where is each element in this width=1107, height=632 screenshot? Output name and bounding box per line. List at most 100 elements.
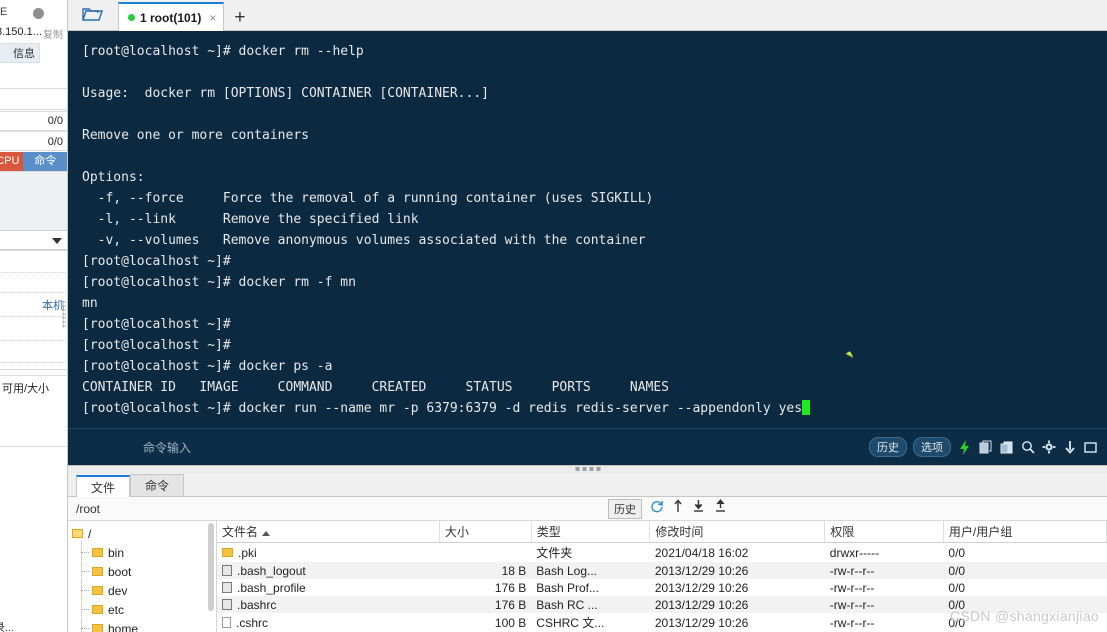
file-name-label: .bashrc — [237, 597, 277, 612]
script-icon — [222, 582, 232, 593]
terminal-tab-strip: 1 root(101) × + — [68, 0, 1107, 31]
cell-modified: 2013/12/29 10:26 — [654, 580, 749, 595]
directory-tree[interactable]: /binbootdevetchomelib — [68, 521, 217, 632]
download-icon[interactable] — [692, 499, 705, 518]
search-icon[interactable] — [1020, 440, 1035, 455]
upload-icon[interactable] — [714, 499, 727, 518]
lightning-icon[interactable] — [957, 439, 972, 455]
folder-icon — [72, 529, 83, 538]
copy-link[interactable]: 复制 — [43, 26, 63, 41]
sidebar-metric-value-2: 0/0 — [47, 136, 63, 148]
info-button[interactable]: 信息 — [0, 43, 40, 63]
terminal-tab-label: 1 root(101) — [140, 10, 202, 25]
folder-open-icon[interactable] — [68, 0, 118, 30]
command-input-bar: 命令输入 历史 选项 — [68, 428, 1107, 465]
table-row[interactable]: .cshrc 100 B CSHRC 文... 2013/12/29 10:26 -rw… — [217, 613, 1107, 632]
path-input[interactable]: /root — [68, 502, 608, 516]
terminal-tab[interactable]: 1 root(101) × — [118, 2, 225, 31]
column-header-owner[interactable]: 用户/用户组 — [943, 521, 1107, 543]
table-row[interactable]: .pki 文件夹 2021/04/18 16:02 drwxr----- 0/0 — [217, 543, 1107, 563]
cell-owner: 0/0 — [943, 596, 1107, 613]
command-tab[interactable]: 命令 — [22, 152, 67, 171]
connection-status-icon — [128, 14, 135, 21]
sidebar-bottom-label: 录... — [0, 622, 15, 632]
copy-icon[interactable] — [978, 440, 993, 455]
table-row[interactable]: .bash_profile 176 B Bash Prof... 2013/12/29… — [217, 579, 1107, 596]
close-icon[interactable]: × — [209, 11, 216, 25]
tree-node-list: /binbootdevetchomelib — [68, 524, 216, 632]
path-history-button[interactable]: 历史 — [608, 498, 642, 519]
file-icon — [222, 617, 231, 628]
window-icon[interactable] — [1083, 440, 1098, 455]
cell-permissions: drwxr----- — [829, 545, 880, 560]
tree-scrollbar[interactable] — [208, 523, 214, 611]
cell-modified: 2013/12/29 10:26 — [649, 562, 825, 579]
path-toolbar — [650, 499, 1107, 518]
folder-link-icon — [92, 548, 103, 557]
new-tab-button[interactable]: + — [224, 8, 255, 30]
column-header-name[interactable]: 文件名 — [217, 521, 440, 543]
network-row-divider — [0, 292, 67, 293]
file-table-body: .pki 文件夹 2021/04/18 16:02 drwxr----- 0/0 .bas… — [217, 543, 1107, 632]
tree-node-root[interactable]: / — [68, 524, 216, 543]
script-icon — [222, 565, 232, 576]
cell-name: .cshrc — [217, 613, 439, 632]
column-header-size[interactable]: 大小 — [439, 521, 532, 543]
column-header-modified[interactable]: 修改时间 — [649, 521, 826, 543]
cell-owner: 0/0 — [948, 545, 966, 560]
cell-permissions: -rw-r--r-- — [824, 562, 944, 579]
column-header-permissions[interactable]: 权限 — [824, 521, 944, 543]
file-panel-body: /binbootdevetchomelib 文件名 大小 — [68, 521, 1107, 632]
network-row-divider — [0, 340, 67, 341]
cell-permissions: -rw-r--r-- — [829, 615, 875, 630]
refresh-icon[interactable] — [650, 499, 664, 518]
tab-commands[interactable]: 命令 — [130, 474, 185, 496]
up-icon[interactable] — [673, 499, 683, 518]
status-dot-icon — [33, 8, 44, 19]
local-host-label: 本机 — [42, 300, 64, 312]
tree-node-label: boot — [108, 564, 132, 579]
file-list[interactable]: 文件名 大小 类型 修改时间 权限 用户/用户组 .pki 文件夹 2021/04/… — [217, 521, 1107, 632]
sidebar-metric-value-1: 0/0 — [47, 115, 63, 127]
left-sidebar-panel: E 8.150.1... 复制 信息 0/0 0/0 CPU 命令 本机 可用/… — [0, 0, 68, 632]
command-bar-tools: 历史 选项 — [869, 437, 1107, 457]
gear-icon[interactable] — [1041, 440, 1056, 455]
tree-node-boot[interactable]: boot — [68, 562, 216, 581]
command-input[interactable]: 命令输入 — [143, 434, 869, 460]
sidebar-corner-glyph: E — [0, 6, 8, 18]
file-name-label: .cshrc — [236, 615, 269, 630]
tab-files[interactable]: 文件 — [76, 475, 131, 497]
cell-permissions: -rw-r--r-- — [829, 580, 875, 595]
terminal-cursor — [802, 400, 811, 415]
download-icon[interactable] — [1062, 440, 1077, 455]
tree-node-label: bin — [108, 545, 125, 560]
table-row[interactable]: .bashrc 176 B Bash RC ... 2013/12/29 10:26-… — [217, 596, 1107, 613]
cell-name: .bash_logout — [217, 562, 440, 579]
file-name-label: .bash_profile — [237, 580, 306, 595]
command-input-placeholder: 命令输入 — [143, 440, 192, 455]
cpu-command-toggle[interactable]: CPU 命令 — [0, 152, 67, 171]
terminal-output-area[interactable]: [root@localhost ~]# docker rm --help Usa… — [68, 31, 1107, 428]
file-panel-tabs: 文件 命令 — [68, 473, 1107, 497]
tree-node-dev[interactable]: dev — [68, 581, 216, 600]
file-path-bar: /root 历史 — [68, 497, 1107, 521]
cell-type: Bash Prof... — [536, 580, 599, 595]
command-history-button[interactable]: 历史 — [869, 437, 907, 457]
folder-icon — [92, 567, 103, 576]
tree-node-bin[interactable]: bin — [68, 543, 216, 562]
sidebar-scroll-dots — [62, 300, 66, 328]
tree-node-home[interactable]: home — [68, 619, 216, 632]
tree-node-label: etc — [108, 602, 125, 617]
tree-node-etc[interactable]: etc — [68, 600, 216, 619]
cell-type: 文件夹 — [536, 546, 573, 560]
panel-splitter[interactable] — [68, 465, 1107, 473]
cpu-tab[interactable]: CPU — [0, 152, 23, 171]
sidebar-dropdown[interactable] — [0, 230, 67, 250]
table-row[interactable]: .bash_logout 18 B Bash Log... 2013/12/29 10… — [217, 562, 1107, 579]
column-header-type[interactable]: 类型 — [531, 521, 651, 543]
paste-icon[interactable] — [999, 440, 1014, 455]
cell-size: 176 B — [494, 580, 527, 595]
cell-size: 176 B — [439, 596, 532, 613]
tree-node-label: / — [88, 526, 92, 541]
command-options-button[interactable]: 选项 — [913, 437, 951, 457]
